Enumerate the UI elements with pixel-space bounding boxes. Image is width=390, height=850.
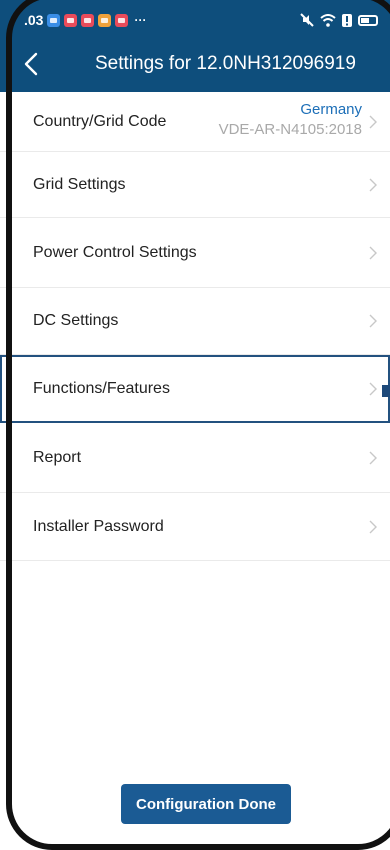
status-bar: .03 ··· [0,0,390,36]
more-notifications-icon: ··· [134,13,147,27]
country-value: Germany [300,101,362,118]
mail-notification-icon [81,13,95,27]
status-right [300,13,378,27]
chevron-right-icon [369,520,377,533]
chevron-right-icon [369,314,377,328]
menu-item-country-grid-code[interactable]: Country/Grid Code Germany VDE-AR-N4105:2… [0,92,390,152]
mute-icon [300,13,314,27]
chevron-right-icon [369,246,377,259]
menu-item-report[interactable]: Report [0,423,390,493]
back-button[interactable] [24,46,54,82]
alert-icon [342,13,352,27]
menu-item-label: Functions/Features [33,380,170,397]
menu-item-dc-settings[interactable]: DC Settings [0,288,390,355]
menu-item-functions-features[interactable]: Functions/Features [0,355,390,423]
status-left: .03 ··· [24,12,146,28]
app-notification-icon [98,13,112,27]
settings-list: Country/Grid Code Germany VDE-AR-N4105:2… [0,92,390,561]
app-header: Settings for 12.0NH312096919 [0,36,390,92]
menu-item-label: Grid Settings [33,175,126,193]
back-arrow-icon [24,52,38,76]
configuration-done-button[interactable]: Configuration Done [121,784,291,824]
menu-item-label: Power Control Settings [33,243,197,261]
battery-icon [358,14,378,26]
menu-item-label: Installer Password [33,517,164,535]
status-time: .03 [24,12,44,28]
page-title: Settings for 12.0NH312096919 [95,53,356,74]
chevron-right-icon [369,451,377,464]
menu-item-label: Report [33,448,82,466]
menu-item-grid-settings[interactable]: Grid Settings [0,152,390,218]
app-notification-icon [115,13,129,27]
grid-code-values: Germany VDE-AR-N4105:2018 [219,100,362,140]
app-notification-icon [47,13,61,27]
menu-item-label: Country/Grid Code [33,112,167,130]
menu-item-power-control-settings[interactable]: Power Control Settings [0,218,390,288]
menu-item-installer-password[interactable]: Installer Password [0,493,390,561]
chevron-right-icon [369,115,377,128]
selection-marker [382,385,390,397]
chevron-right-icon [369,178,377,191]
menu-item-label: DC Settings [33,312,119,329]
app-notification-icon [64,13,78,27]
wifi-icon [320,13,336,27]
chevron-right-icon [369,382,377,396]
grid-code-value: VDE-AR-N4105:2018 [218,121,362,138]
